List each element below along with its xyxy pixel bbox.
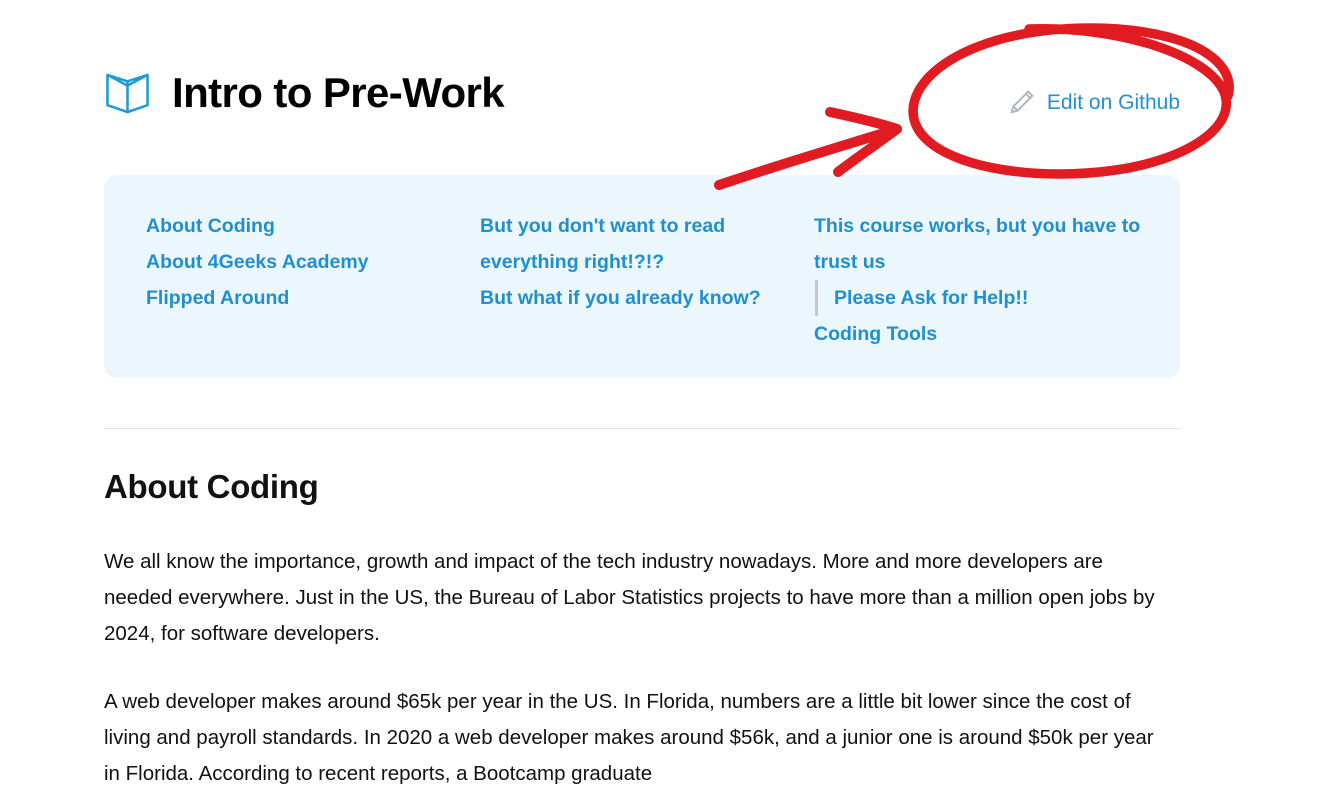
article-body: About Coding We all know the importance,…	[104, 470, 1180, 785]
header-row: Intro to Pre-Work Edit on Github	[104, 0, 1180, 175]
paragraph-1: We all know the importance, growth and i…	[104, 550, 1155, 645]
page-content: Intro to Pre-Work Edit on Github	[104, 0, 1180, 175]
toc-link-but-what-if-you-already-know[interactable]: But what if you already know?	[480, 280, 814, 316]
toc-link-flipped-around[interactable]: Flipped Around	[146, 280, 480, 316]
edit-on-github-link[interactable]: Edit on Github	[1008, 88, 1180, 116]
open-book-icon	[104, 72, 151, 114]
table-of-contents: About Coding About 4Geeks Academy Flippe…	[104, 175, 1180, 378]
toc-column-2: But you don't want to read everything ri…	[480, 208, 814, 316]
toc-column-3: This course works, but you have to trust…	[814, 208, 1144, 352]
page-root: Intro to Pre-Work Edit on Github About C…	[0, 0, 1334, 785]
paragraph-2: A web developer makes around $65k per ye…	[104, 690, 1154, 785]
page-title: Intro to Pre-Work	[172, 69, 505, 116]
page-title-group: Intro to Pre-Work	[104, 69, 505, 116]
toc-link-but-you-dont-want-to-read-everything[interactable]: But you don't want to read everything ri…	[480, 208, 814, 280]
toc-link-this-course-works-but-you-have-to-trust-us[interactable]: This course works, but you have to trust…	[814, 208, 1144, 280]
toc-link-about-4geeks-academy[interactable]: About 4Geeks Academy	[146, 244, 480, 280]
toc-column-1: About Coding About 4Geeks Academy Flippe…	[146, 208, 480, 316]
toc-link-about-coding[interactable]: About Coding	[146, 208, 480, 244]
section-heading-about-coding: About Coding	[104, 468, 319, 505]
pencil-icon	[1008, 88, 1036, 116]
section-divider	[104, 428, 1180, 429]
edit-on-github-label: Edit on Github	[1046, 90, 1180, 114]
toc-link-coding-tools[interactable]: Coding Tools	[814, 316, 1144, 352]
toc-link-please-ask-for-help[interactable]: Please Ask for Help!!	[815, 280, 1144, 316]
